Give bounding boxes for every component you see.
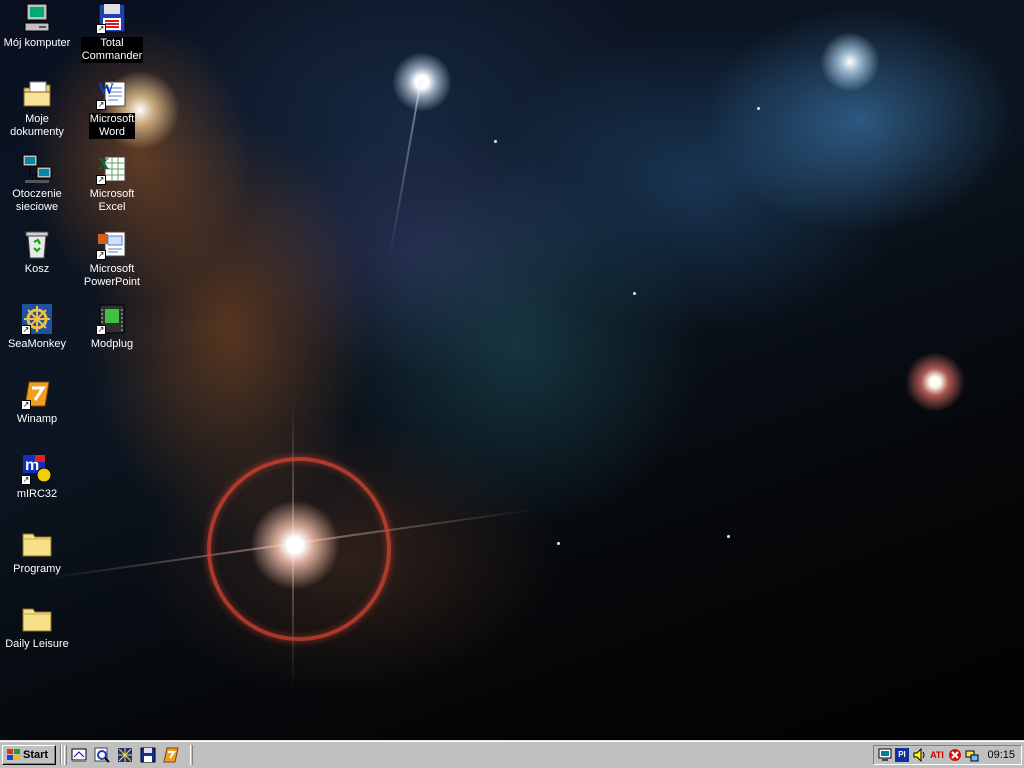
- desktop-icon-label: Otoczenie sieciowe: [12, 188, 62, 213]
- explorer-search-icon[interactable]: [94, 747, 110, 763]
- shortcut-arrow-icon: ↗: [96, 325, 106, 335]
- show-desktop-icon[interactable]: [71, 747, 87, 763]
- wallpaper-speck: [757, 107, 760, 110]
- svg-text:W: W: [98, 81, 114, 98]
- recycle-bin-icon: [21, 228, 53, 260]
- wallpaper-star: [392, 52, 452, 112]
- desktop-icon-label: Daily Leisure: [5, 638, 69, 650]
- wallpaper-speck: [633, 292, 636, 295]
- seamonkey-icon: ↗: [21, 303, 53, 335]
- desktop-wallpaper: [0, 0, 1024, 740]
- desktop-icon-programy[interactable]: Programy: [1, 528, 73, 576]
- excel-icon: X ↗: [96, 153, 128, 185]
- channels-icon[interactable]: [117, 747, 133, 763]
- desktop-icon-seamonkey[interactable]: ↗ SeaMonkey: [1, 303, 73, 351]
- start-button[interactable]: Start: [2, 745, 56, 765]
- shortcut-arrow-icon: ↗: [96, 250, 106, 260]
- my-computer-icon: [21, 2, 53, 34]
- shortcut-arrow-icon: ↗: [21, 325, 31, 335]
- network-neighborhood-icon: [21, 153, 53, 185]
- desktop-icon-label: Total Commander: [80, 37, 144, 63]
- antivirus-icon[interactable]: [948, 748, 962, 762]
- desktop-icon-label: Winamp: [16, 413, 58, 425]
- start-label: Start: [23, 749, 49, 761]
- desktop-icon-network[interactable]: Otoczenie sieciowe: [1, 153, 73, 214]
- desktop-icon-label: Mój komputer: [3, 37, 71, 49]
- wallpaper-speck: [727, 535, 730, 538]
- folder-icon: [21, 603, 53, 635]
- desktop-icon-my-computer[interactable]: Mój komputer: [1, 2, 73, 50]
- word-icon: W ↗: [96, 78, 128, 110]
- svg-text:X: X: [98, 156, 110, 173]
- desktop-icon-total-commander[interactable]: ↗ Total Commander: [76, 2, 148, 63]
- shortcut-arrow-icon: ↗: [21, 475, 31, 485]
- winamp-icon: ↗: [21, 378, 53, 410]
- desktop-icon-daily-leisure[interactable]: Daily Leisure: [1, 603, 73, 651]
- taskbar-separator: [60, 745, 62, 765]
- shortcut-arrow-icon: ↗: [96, 24, 106, 34]
- folder-icon: [21, 528, 53, 560]
- desktop-icon-label: Modplug: [90, 338, 134, 350]
- clock[interactable]: 09:15: [987, 749, 1015, 761]
- wallpaper-star: [905, 352, 965, 412]
- desktop-icon-label: SeaMonkey: [7, 338, 67, 350]
- volume-icon[interactable]: [912, 747, 926, 763]
- desktop-icon-label: Microsoft Word: [88, 113, 136, 139]
- mirc-icon: m ↗: [21, 453, 53, 485]
- network-icon[interactable]: [965, 748, 979, 762]
- desktop-icon-powerpoint[interactable]: ↗ Microsoft PowerPoint: [76, 228, 148, 289]
- desktop-icon-label: mIRC32: [16, 488, 58, 500]
- quick-launch-grip[interactable]: [64, 745, 67, 765]
- wallpaper-star: [250, 500, 340, 590]
- system-tray: Pl ATI 09:15: [873, 745, 1022, 765]
- total-commander-icon: ↗: [96, 2, 128, 34]
- save-disk-icon[interactable]: [140, 747, 156, 763]
- taskbar: Start Pl ATI 09:15: [0, 740, 1024, 768]
- modplug-icon: ↗: [96, 303, 128, 335]
- winamp-quick-launch-icon[interactable]: [163, 747, 179, 763]
- desktop-icon-label: Programy: [13, 563, 61, 575]
- desktop-icon-my-documents[interactable]: Moje dokumenty: [1, 78, 73, 139]
- desktop-icon-excel[interactable]: X ↗ Microsoft Excel: [76, 153, 148, 214]
- desktop-icon-label: Kosz: [24, 263, 50, 275]
- powerpoint-icon: ↗: [96, 228, 128, 260]
- desktop-icon-winamp[interactable]: ↗ Winamp: [1, 378, 73, 426]
- desktop-icon-mirc[interactable]: m ↗ mIRC32: [1, 453, 73, 501]
- display-settings-icon[interactable]: [878, 748, 892, 762]
- wallpaper-star: [820, 32, 880, 92]
- desktop-icon-label: Moje dokumenty: [10, 113, 64, 138]
- ati-icon[interactable]: ATI: [930, 748, 944, 762]
- desktop-icon-label: Microsoft PowerPoint: [83, 263, 141, 288]
- windows-logo-icon: [6, 749, 20, 761]
- shortcut-arrow-icon: ↗: [96, 175, 106, 185]
- wallpaper-speck: [557, 542, 560, 545]
- desktop-icon-recycle-bin[interactable]: Kosz: [1, 228, 73, 276]
- shortcut-arrow-icon: ↗: [21, 400, 31, 410]
- wallpaper-speck: [494, 140, 497, 143]
- desktop-icon-modplug[interactable]: ↗ Modplug: [76, 303, 148, 351]
- desktop-icon-label: Microsoft Excel: [89, 188, 135, 213]
- shortcut-arrow-icon: ↗: [96, 100, 106, 110]
- desktop-icon-word[interactable]: W ↗ Microsoft Word: [76, 78, 148, 139]
- my-documents-icon: [21, 78, 53, 110]
- taskbar-grip[interactable]: [190, 745, 193, 765]
- language-indicator[interactable]: Pl: [895, 748, 909, 762]
